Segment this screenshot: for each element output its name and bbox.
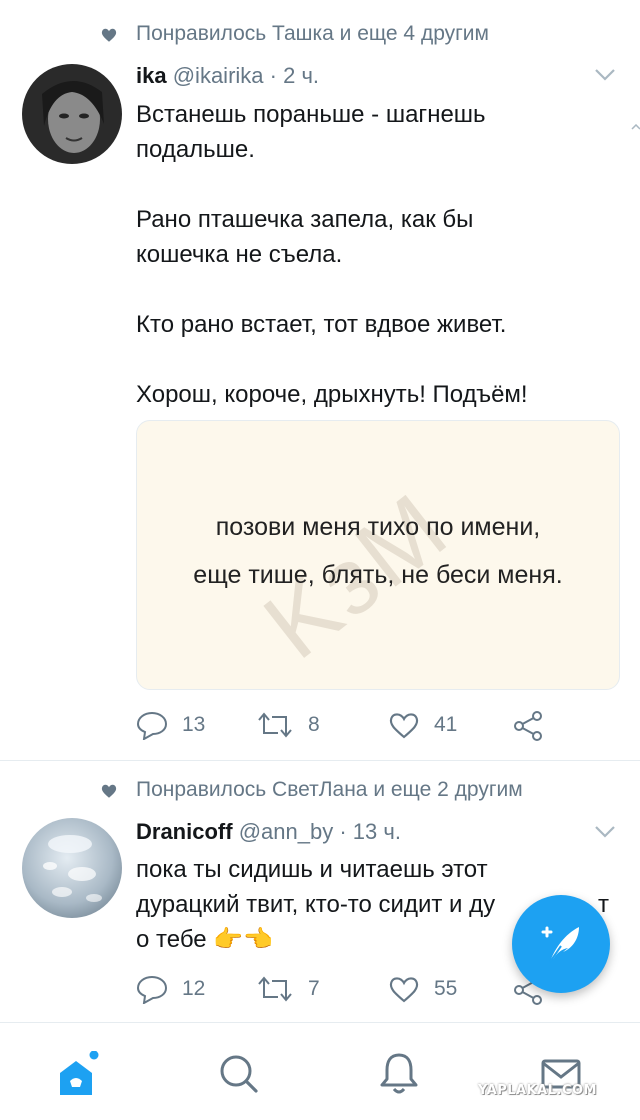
tweet-divider bbox=[0, 760, 640, 761]
reply-button[interactable]: 12 bbox=[136, 972, 205, 1006]
liked-by-text: Понравилось СветЛана и еще 2 другим bbox=[136, 778, 523, 801]
bottom-tab-bar: YAPLAKAL.COM bbox=[0, 1022, 640, 1120]
share-icon bbox=[514, 711, 542, 741]
dot-separator: · bbox=[269, 63, 277, 88]
social-context-liked[interactable]: Понравилось СветЛана и еще 2 другим bbox=[0, 776, 640, 806]
liked-by-text: Понравилось Ташка и еще 4 другим bbox=[136, 22, 489, 45]
image-text-line: позови меня тихо по имени, bbox=[215, 513, 541, 541]
image-text-line: еще тише, блять, не беси меня. bbox=[193, 561, 563, 589]
tweet-line: Встанешь пораньше - шагнешь bbox=[136, 101, 486, 128]
tweet-image[interactable]: KзМ позови меня тихо по имени, еще тише,… bbox=[136, 420, 620, 690]
tweet-line: Рано пташечка запела, как бы bbox=[136, 206, 474, 233]
tweet-line-start: дурацкий твит, кто-то сидит и ду bbox=[136, 891, 496, 918]
display-name[interactable]: ika bbox=[136, 63, 167, 88]
tweet-line bbox=[136, 167, 606, 202]
avatar[interactable] bbox=[22, 64, 122, 164]
home-icon bbox=[60, 1050, 99, 1095]
search-icon bbox=[220, 1055, 258, 1093]
tweet-line-end: о тебе bbox=[136, 926, 207, 953]
reply-icon bbox=[136, 711, 168, 740]
timestamp[interactable]: 13 ч. bbox=[353, 819, 401, 844]
reply-button[interactable]: 13 bbox=[136, 708, 205, 742]
emoji: 👉👈 bbox=[213, 926, 274, 953]
compose-tweet-button[interactable] bbox=[512, 895, 610, 993]
tweet-line: кошечка не съела. bbox=[136, 241, 343, 268]
like-count: 55 bbox=[434, 977, 458, 1000]
dot-separator: · bbox=[339, 819, 347, 844]
share-button[interactable] bbox=[512, 708, 558, 742]
retweet-button[interactable]: 8 bbox=[256, 708, 320, 742]
tab-search[interactable] bbox=[216, 1051, 262, 1097]
like-button[interactable]: 41 bbox=[388, 708, 457, 742]
timestamp[interactable]: 2 ч. bbox=[283, 63, 319, 88]
tweet-line bbox=[136, 342, 606, 377]
tweet-line: подальше. bbox=[136, 136, 255, 163]
heart-outline-icon bbox=[389, 713, 419, 739]
chevron-down-icon[interactable] bbox=[594, 825, 616, 839]
tweet-header: ika @ikairika · 2 ч. bbox=[136, 63, 319, 89]
tweet-line: Кто рано встает, тот вдвое живет. bbox=[136, 311, 507, 338]
tab-home[interactable] bbox=[54, 1050, 100, 1097]
site-watermark: YAPLAKAL.COM bbox=[478, 1083, 597, 1098]
compose-tweet-icon bbox=[541, 926, 579, 963]
retweet-icon bbox=[258, 712, 292, 738]
tab-notifications[interactable] bbox=[376, 1051, 422, 1097]
tweet-line bbox=[136, 272, 606, 307]
edge-mark bbox=[631, 124, 640, 130]
avatar-photo bbox=[22, 818, 122, 918]
social-context-liked[interactable]: Понравилось Ташка и еще 4 другим bbox=[0, 20, 640, 50]
heart-outline-icon bbox=[389, 977, 419, 1003]
like-count: 41 bbox=[434, 713, 458, 736]
handle[interactable]: @ikairika bbox=[173, 63, 264, 88]
retweet-button[interactable]: 7 bbox=[256, 972, 320, 1006]
avatar-photo bbox=[22, 64, 122, 164]
retweet-icon bbox=[258, 976, 292, 1002]
bell-icon bbox=[380, 1053, 418, 1094]
tweet-actions: 13 8 41 bbox=[136, 708, 616, 742]
reply-count: 12 bbox=[182, 977, 206, 1000]
tweet-header: Dranicoff @ann_by · 13 ч. bbox=[136, 819, 401, 845]
avatar[interactable] bbox=[22, 818, 122, 918]
heart-icon bbox=[101, 784, 117, 798]
chevron-down-icon[interactable] bbox=[594, 68, 616, 82]
reply-icon bbox=[136, 975, 168, 1004]
tweet-text: Встанешь пораньше - шагнешь подальше. Ра… bbox=[136, 97, 606, 412]
heart-icon bbox=[101, 28, 117, 42]
retweet-count: 8 bbox=[308, 713, 320, 736]
reply-count: 13 bbox=[182, 713, 206, 736]
display-name[interactable]: Dranicoff bbox=[136, 819, 233, 844]
handle[interactable]: @ann_by bbox=[239, 819, 334, 844]
tweet-line: Хорош, короче, дрыхнуть! Подъём! bbox=[136, 381, 528, 408]
like-button[interactable]: 55 bbox=[388, 972, 457, 1006]
retweet-count: 7 bbox=[308, 977, 320, 1000]
tweet-line: пока ты сидишь и читаешь этот bbox=[136, 856, 488, 883]
